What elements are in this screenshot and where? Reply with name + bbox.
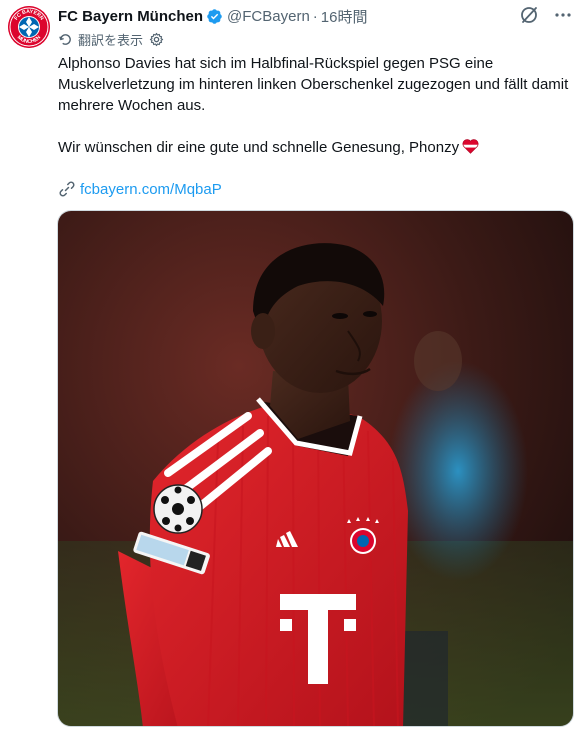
tweet-text: Alphonso Davies hat sich im Halbfinal-Rü… [58, 53, 578, 158]
verified-badge-icon[interactable] [206, 8, 223, 25]
more-options-icon[interactable] [553, 5, 573, 25]
author-handle[interactable]: @FCBayern [227, 8, 310, 25]
link-icon [58, 180, 76, 198]
timestamp[interactable]: 16時間 [321, 6, 368, 27]
grok-icon[interactable] [519, 5, 539, 25]
heart-emoji-icon [462, 139, 479, 154]
tweet-paragraph-2-text: Wir wünschen dir eine gute und schnelle … [58, 139, 460, 156]
link-row: fcbayern.com/MqbaP [58, 178, 222, 200]
fc-bayern-logo: FC BAYERN MÜNCHEN [8, 6, 50, 48]
show-translation-link[interactable]: 翻訳を表示 [78, 30, 143, 49]
settings-gear-icon[interactable] [149, 32, 164, 47]
external-link[interactable]: fcbayern.com/MqbaP [80, 181, 222, 198]
player-photo [58, 211, 573, 726]
tweet-paragraph-1: Alphonso Davies hat sich im Halbfinal-Rü… [58, 55, 569, 114]
tweet-header: FC Bayern München @FCBayern · 16時間 [58, 5, 573, 27]
avatar[interactable]: FC BAYERN MÜNCHEN [8, 6, 50, 48]
tweet-media-image[interactable] [57, 210, 574, 727]
tweet-paragraph-2: Wir wünschen dir eine gute und schnelle … [58, 137, 578, 158]
author-name[interactable]: FC Bayern München [58, 8, 203, 25]
separator-dot: · [312, 7, 318, 25]
header-actions [519, 5, 573, 25]
translate-row: 翻訳を表示 [58, 30, 164, 48]
translate-icon[interactable] [58, 32, 73, 47]
